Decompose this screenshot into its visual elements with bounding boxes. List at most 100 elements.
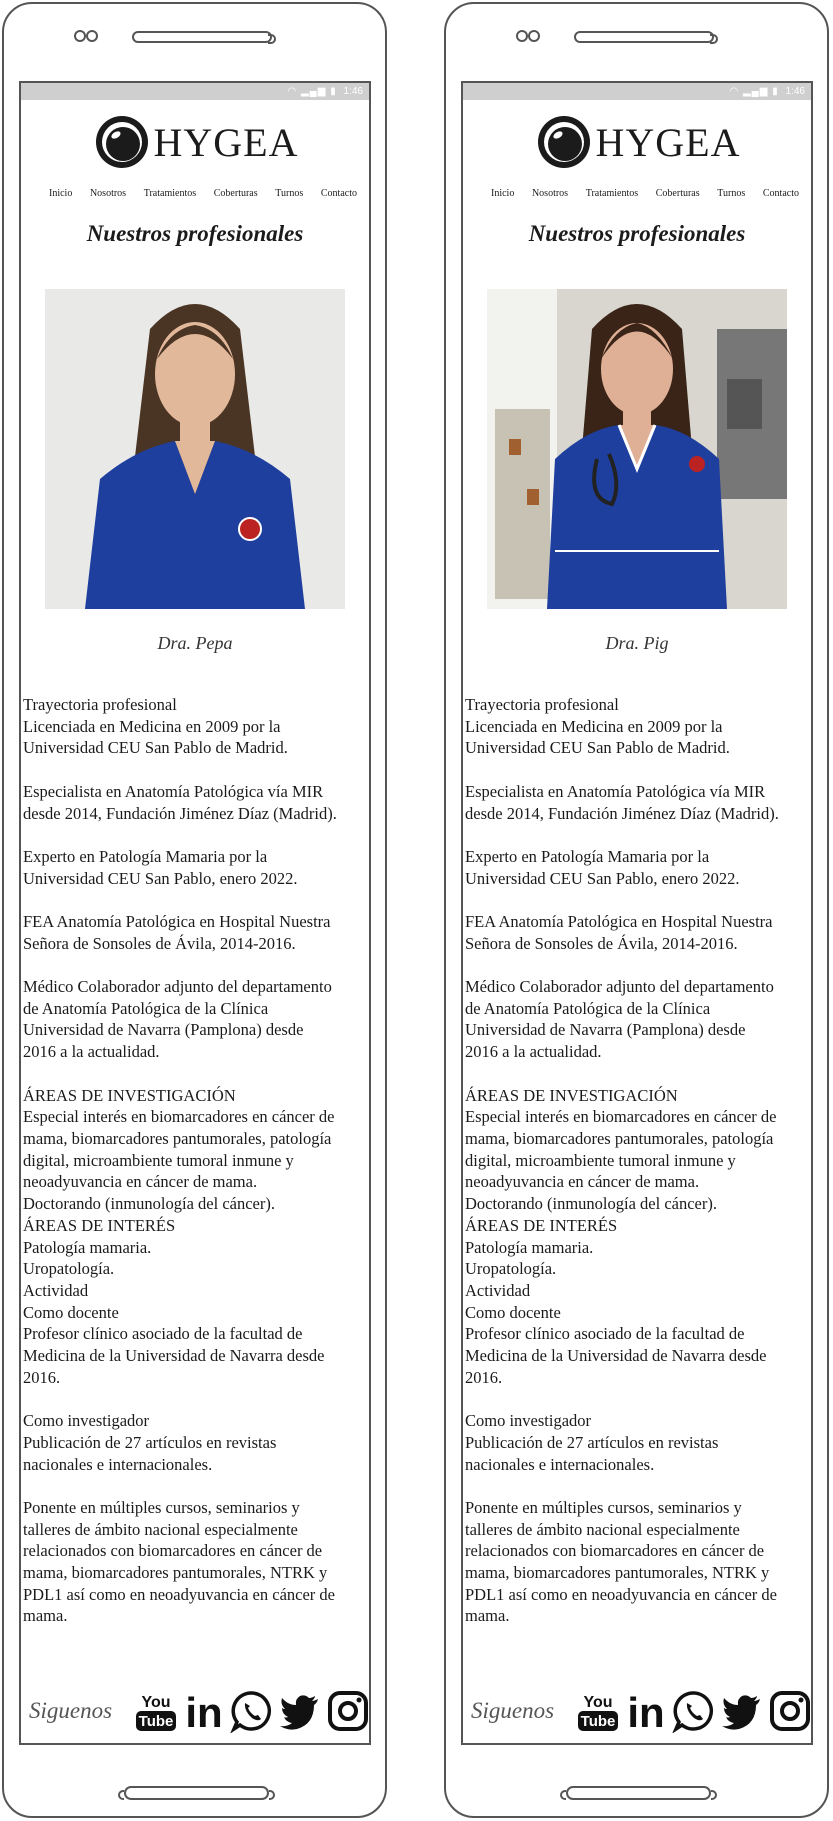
bio-line: Uropatología. xyxy=(465,1259,557,1279)
bio-line: Ponente en múltiples cursos, seminarios … xyxy=(23,1497,300,1517)
doctor-bio: Trayectoria profesional Licenciada en Me… xyxy=(21,694,369,1627)
bio-line: Trayectoria profesional xyxy=(465,695,619,714)
bio-line: Actividad xyxy=(23,1280,89,1300)
bio-line: Señora de Sonsoles de Ávila, 2014-2016. xyxy=(23,933,296,953)
bio-line: Trayectoria profesional xyxy=(23,695,177,714)
signal-icon: ◠ ▂▄▆ ▮ xyxy=(729,86,779,97)
main-nav: Inicio Nosotros Tratamientos Coberturas … xyxy=(463,188,811,199)
bio-line: Patología mamaria. xyxy=(465,1237,594,1257)
phone-screen: ◠ ▂▄▆ ▮ 1:46 HYGEA Inicio Nosotros Trata… xyxy=(461,81,813,1745)
doctor-bio: Trayectoria profesional Licenciada en Me… xyxy=(463,694,811,1627)
bio-line: Medicina de la Universidad de Navarra de… xyxy=(465,1346,767,1366)
bio-line: ÁREAS DE INVESTIGACIÓN xyxy=(23,1085,236,1105)
camera-icon xyxy=(516,30,542,44)
whatsapp-icon[interactable] xyxy=(230,1689,274,1733)
nav-item-coberturas[interactable]: Coberturas xyxy=(214,188,258,199)
nav-item-contacto[interactable]: Contacto xyxy=(321,188,357,199)
youtube-icon[interactable]: You Tube xyxy=(576,1689,620,1733)
bio-line: Médico Colaborador adjunto del departame… xyxy=(23,977,332,997)
hygea-logo-icon xyxy=(95,116,148,168)
hygea-logo-icon xyxy=(537,116,590,168)
instagram-icon[interactable] xyxy=(326,1689,370,1733)
bio-line: Señora de Sonsoles de Ávila, 2014-2016. xyxy=(465,933,738,953)
follow-label: Siguenos xyxy=(29,1698,113,1723)
doctor-photo xyxy=(45,289,345,609)
home-button[interactable] xyxy=(560,1786,717,1800)
section-title: Nuestros profesionales xyxy=(86,221,304,246)
svg-text:You: You xyxy=(584,1694,613,1711)
bio-line: nacionales e internacionales. xyxy=(23,1454,213,1474)
nav-item-inicio[interactable]: Inicio xyxy=(491,188,514,199)
linkedin-icon[interactable]: in xyxy=(182,1689,226,1733)
bio-line: Patología mamaria. xyxy=(23,1237,152,1257)
bio-line: Experto en Patología Mamaria por la xyxy=(23,846,268,866)
bio-line: ÁREAS DE INTERÉS xyxy=(23,1215,176,1235)
instagram-icon[interactable] xyxy=(768,1689,812,1733)
social-footer: Siguenos You Tube in xyxy=(21,1689,369,1733)
bio-line: mama, biomarcadores pantumorales, patolo… xyxy=(23,1128,332,1148)
twitter-icon[interactable] xyxy=(720,1689,764,1733)
twitter-icon[interactable] xyxy=(278,1689,322,1733)
nav-item-contacto[interactable]: Contacto xyxy=(763,188,799,199)
bio-line: Doctorando (inmunología del cáncer). xyxy=(23,1194,275,1214)
speaker-grille xyxy=(132,31,276,44)
bio-line: Especial interés en biomarcadores en cán… xyxy=(465,1107,777,1127)
bio-line: talleres de ámbito nacional especialment… xyxy=(23,1519,298,1539)
doctor-name: Dra. Pig xyxy=(605,633,669,653)
nav-item-nosotros[interactable]: Nosotros xyxy=(532,188,568,199)
bio-line: PDL1 así como en neoadyuvancia en cáncer… xyxy=(23,1584,335,1604)
bio-line: Uropatología. xyxy=(23,1259,115,1279)
home-button[interactable] xyxy=(118,1786,275,1800)
svg-text:in: in xyxy=(627,1689,664,1733)
nav-item-nosotros[interactable]: Nosotros xyxy=(90,188,126,199)
bio-line: mama, biomarcadores pantumorales, patolo… xyxy=(465,1128,774,1148)
whatsapp-icon[interactable] xyxy=(672,1689,716,1733)
svg-text:You: You xyxy=(142,1694,171,1711)
youtube-icon[interactable]: You Tube xyxy=(134,1689,178,1733)
brand-logo[interactable]: HYGEA xyxy=(21,110,369,174)
brand-name: HYGEA xyxy=(595,119,741,165)
bio-line: Ponente en múltiples cursos, seminarios … xyxy=(465,1497,742,1517)
phone-frame-right: ◠ ▂▄▆ ▮ 1:46 HYGEA Inicio Nosotros Trata… xyxy=(444,2,829,1818)
bio-line: Actividad xyxy=(465,1280,531,1300)
status-time: 1:46 xyxy=(785,86,805,97)
bio-line: Como docente xyxy=(465,1302,561,1322)
nav-item-tratamientos[interactable]: Tratamientos xyxy=(144,188,196,199)
follow-label: Siguenos xyxy=(471,1698,555,1723)
bio-line: mama. xyxy=(23,1606,68,1626)
nav-item-inicio[interactable]: Inicio xyxy=(49,188,72,199)
nav-item-turnos[interactable]: Turnos xyxy=(275,188,303,199)
bio-line: Doctorando (inmunología del cáncer). xyxy=(465,1194,717,1214)
nav-item-turnos[interactable]: Turnos xyxy=(717,188,745,199)
bio-line: 2016 a la actualidad. xyxy=(23,1042,160,1062)
bio-line: Como investigador xyxy=(23,1411,150,1431)
bio-line: Universidad CEU San Pablo de Madrid. xyxy=(23,738,288,758)
bio-line: talleres de ámbito nacional especialment… xyxy=(465,1519,740,1539)
bio-line: Universidad CEU San Pablo, enero 2022. xyxy=(465,868,740,888)
speaker-grille xyxy=(574,31,718,44)
bio-line: Publicación de 27 artículos en revistas xyxy=(23,1432,277,1452)
doctor-photo xyxy=(487,289,787,609)
bio-line: desde 2014, Fundación Jiménez Díaz (Madr… xyxy=(23,803,337,823)
bio-line: Licenciada en Medicina en 2009 por la xyxy=(465,716,723,736)
signal-icon: ◠ ▂▄▆ ▮ xyxy=(287,86,337,97)
bio-line: FEA Anatomía Patológica en Hospital Nues… xyxy=(465,911,773,931)
bio-line: mama, biomarcadores pantumorales, NTRK y xyxy=(23,1563,328,1583)
nav-item-coberturas[interactable]: Coberturas xyxy=(656,188,700,199)
bio-line: Especialista en Anatomía Patológica vía … xyxy=(23,781,324,801)
nav-item-tratamientos[interactable]: Tratamientos xyxy=(586,188,638,199)
bio-line: neoadyuvancia en cáncer de mama. xyxy=(23,1172,258,1192)
bio-line: 2016 a la actualidad. xyxy=(465,1042,602,1062)
bio-line: ÁREAS DE INTERÉS xyxy=(465,1215,618,1235)
bio-line: Licenciada en Medicina en 2009 por la xyxy=(23,716,281,736)
bio-line: relacionados con biomarcadores en cáncer… xyxy=(465,1541,765,1561)
linkedin-icon[interactable]: in xyxy=(624,1689,668,1733)
bio-line: mama. xyxy=(465,1606,510,1626)
brand-logo[interactable]: HYGEA xyxy=(463,110,811,174)
bio-line: neoadyuvancia en cáncer de mama. xyxy=(465,1172,700,1192)
bio-line: Especialista en Anatomía Patológica vía … xyxy=(465,781,766,801)
bio-line: relacionados con biomarcadores en cáncer… xyxy=(23,1541,323,1561)
bio-line: mama, biomarcadores pantumorales, NTRK y xyxy=(465,1563,770,1583)
bio-line: 2016. xyxy=(465,1367,503,1387)
status-time: 1:46 xyxy=(343,86,363,97)
